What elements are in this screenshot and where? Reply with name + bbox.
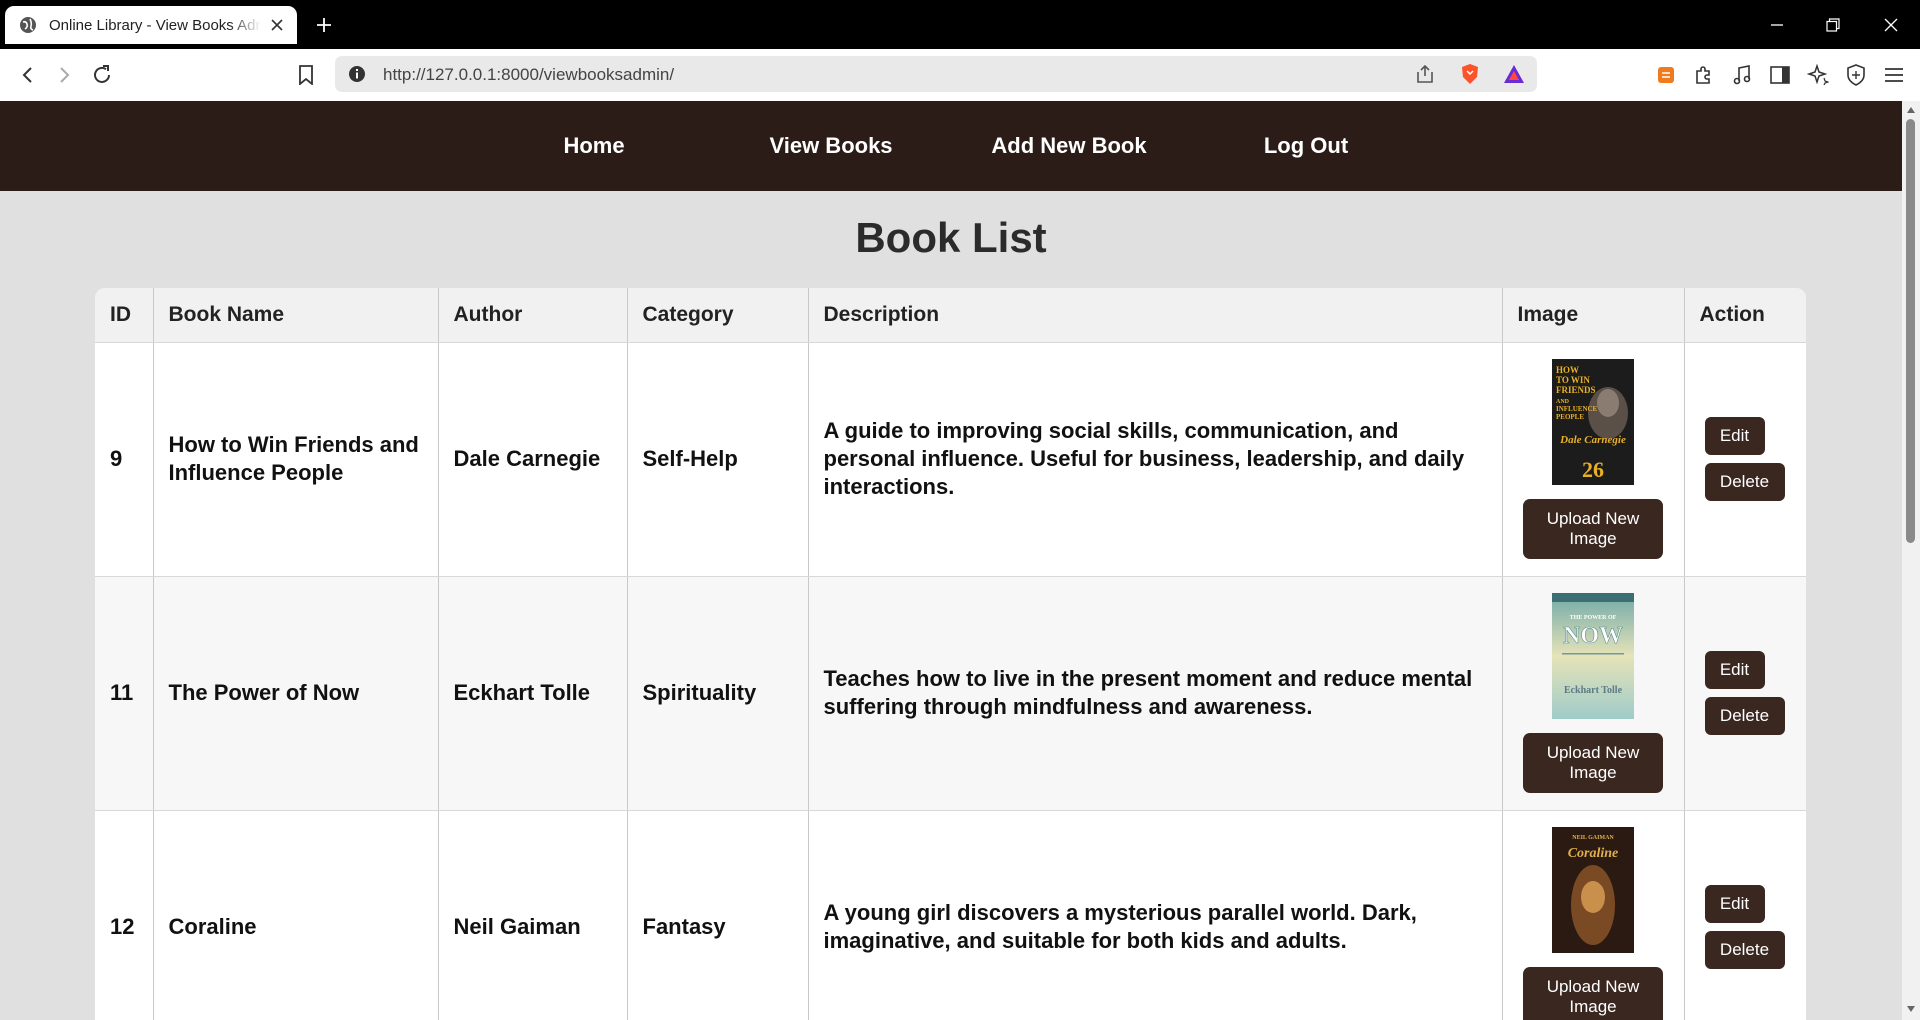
nav-view-books[interactable]: View Books: [769, 133, 892, 159]
cell-category: Fantasy: [627, 810, 809, 1020]
header-author: Author: [438, 288, 628, 343]
delete-button[interactable]: Delete: [1704, 931, 1785, 969]
cell-action: Edit Delete: [1684, 342, 1806, 577]
svg-text:HOW: HOW: [1556, 365, 1579, 375]
site-navbar: Home View Books Add New Book Log Out: [0, 101, 1902, 191]
cell-id: 11: [95, 576, 154, 811]
back-icon[interactable]: [14, 61, 42, 89]
cell-image: HOW TO WIN FRIENDS AND INFLUENCE PEOPLE …: [1502, 342, 1685, 577]
svg-text:FRIENDS: FRIENDS: [1556, 385, 1596, 395]
globe-icon: [20, 17, 36, 33]
url-text: http://127.0.0.1:8000/viewbooksadmin/: [383, 65, 675, 84]
book-cover-image: THE POWER OF NOW Eckhart Tolle: [1552, 593, 1634, 719]
svg-text:26: 26: [1582, 457, 1604, 482]
tab-title: Online Library - View Books Admin: [49, 16, 261, 34]
header-action: Action: [1684, 288, 1806, 343]
vpn-shield-icon[interactable]: [1842, 61, 1870, 89]
close-tab-icon[interactable]: [267, 15, 287, 35]
reload-icon[interactable]: [88, 61, 116, 89]
header-description: Description: [808, 288, 1503, 343]
header-id: ID: [95, 288, 154, 343]
svg-text:INFLUENCE: INFLUENCE: [1556, 405, 1598, 413]
upload-image-button[interactable]: Upload New Image: [1523, 967, 1663, 1020]
nav-add-new-book[interactable]: Add New Book: [991, 133, 1146, 159]
page-viewport: Home View Books Add New Book Log Out Boo…: [0, 101, 1902, 1020]
cell-id: 9: [95, 342, 154, 577]
edit-button[interactable]: Edit: [1704, 651, 1765, 689]
browser-toolbar: http://127.0.0.1:8000/viewbooksadmin/: [0, 49, 1920, 101]
cell-description: A guide to improving social skills, comm…: [808, 342, 1503, 577]
page-title: Book List: [855, 214, 1047, 261]
table-row: 9 How to Win Friends and Influence Peopl…: [95, 342, 1806, 577]
header-book-name: Book Name: [153, 288, 439, 343]
book-table-container: ID Book Name Author Category Description…: [95, 288, 1806, 1020]
extensions-icon[interactable]: [1690, 61, 1718, 89]
share-icon[interactable]: [1413, 62, 1437, 86]
cell-image: THE POWER OF NOW Eckhart Tolle Upload Ne…: [1502, 576, 1685, 811]
header-image: Image: [1502, 288, 1685, 343]
brave-rewards-icon[interactable]: [1502, 62, 1526, 86]
svg-text:NOW: NOW: [1563, 623, 1623, 649]
cell-id: 12: [95, 810, 154, 1020]
svg-text:Dale Carnegie: Dale Carnegie: [1559, 434, 1626, 446]
edit-button[interactable]: Edit: [1704, 417, 1765, 455]
upload-image-button[interactable]: Upload New Image: [1523, 499, 1663, 559]
cell-image: NEIL GAIMAN Coraline Upload New Image: [1502, 810, 1685, 1020]
browser-tab[interactable]: Online Library - View Books Admin: [5, 6, 297, 44]
sidebar-icon[interactable]: [1766, 61, 1794, 89]
cell-book-name: Coraline: [153, 810, 439, 1020]
book-cover-image: NEIL GAIMAN Coraline: [1552, 827, 1634, 953]
vertical-scrollbar[interactable]: [1902, 101, 1920, 1020]
address-bar[interactable]: http://127.0.0.1:8000/viewbooksadmin/: [335, 56, 1537, 92]
svg-text:Coraline: Coraline: [1568, 846, 1619, 861]
svg-text:THE POWER OF: THE POWER OF: [1570, 615, 1617, 621]
table-row: 11 The Power of Now Eckhart Tolle Spirit…: [95, 576, 1806, 811]
header-category: Category: [627, 288, 809, 343]
cell-action: Edit Delete: [1684, 810, 1806, 1020]
cell-author: Neil Gaiman: [438, 810, 628, 1020]
cell-category: Self-Help: [627, 342, 809, 577]
svg-text:PEOPLE: PEOPLE: [1556, 413, 1584, 421]
cell-description: A young girl discovers a mysterious para…: [808, 810, 1503, 1020]
forward-icon[interactable]: [50, 61, 78, 89]
scrollbar-thumb[interactable]: [1906, 119, 1915, 543]
new-tab-icon[interactable]: [312, 13, 336, 37]
nav-log-out[interactable]: Log Out: [1264, 133, 1348, 159]
cell-author: Dale Carnegie: [438, 342, 628, 577]
cell-action: Edit Delete: [1684, 576, 1806, 811]
table-row: 12 Coraline Neil Gaiman Fantasy A young …: [95, 810, 1806, 1020]
book-table: ID Book Name Author Category Description…: [95, 288, 1806, 1020]
cell-book-name: The Power of Now: [153, 576, 439, 811]
site-info-icon[interactable]: [345, 62, 369, 86]
cell-author: Eckhart Tolle: [438, 576, 628, 811]
table-header-row: ID Book Name Author Category Description…: [95, 288, 1806, 343]
browser-titlebar: Online Library - View Books Admin: [0, 0, 1920, 49]
delete-button[interactable]: Delete: [1704, 697, 1785, 735]
delete-button[interactable]: Delete: [1704, 463, 1785, 501]
bookmark-icon[interactable]: [292, 61, 320, 89]
svg-text:NEIL GAIMAN: NEIL GAIMAN: [1572, 835, 1614, 841]
svg-text:Eckhart Tolle: Eckhart Tolle: [1564, 685, 1623, 696]
svg-text:TO WIN: TO WIN: [1556, 375, 1590, 385]
cell-category: Spirituality: [627, 576, 809, 811]
upload-image-button[interactable]: Upload New Image: [1523, 733, 1663, 793]
extension-orange-icon[interactable]: [1652, 61, 1680, 89]
restore-icon[interactable]: [1818, 10, 1848, 40]
menu-icon[interactable]: [1880, 61, 1908, 89]
edit-button[interactable]: Edit: [1704, 885, 1765, 923]
book-cover-image: HOW TO WIN FRIENDS AND INFLUENCE PEOPLE …: [1552, 359, 1634, 485]
cell-description: Teaches how to live in the present momen…: [808, 576, 1503, 811]
scroll-up-icon[interactable]: [1906, 106, 1916, 114]
brave-shield-icon[interactable]: [1458, 62, 1482, 86]
media-icon[interactable]: [1728, 61, 1756, 89]
leo-ai-icon[interactable]: [1804, 61, 1832, 89]
nav-home[interactable]: Home: [563, 133, 624, 159]
cell-book-name: How to Win Friends and Influence People: [153, 342, 439, 577]
minimize-icon[interactable]: [1762, 10, 1792, 40]
scroll-down-icon[interactable]: [1906, 1005, 1916, 1013]
close-window-icon[interactable]: [1876, 10, 1906, 40]
